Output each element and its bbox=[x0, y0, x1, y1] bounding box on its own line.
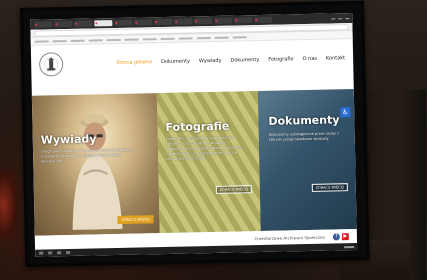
panel-title: Wywiady bbox=[40, 132, 97, 147]
monitor: Strona główna Dokumenty Wywiady Dokument… bbox=[20, 0, 370, 267]
window-controls[interactable] bbox=[331, 17, 352, 19]
taskbar-app-icon[interactable] bbox=[57, 251, 62, 255]
screen: Strona główna Dokumenty Wywiady Dokument… bbox=[30, 13, 358, 257]
panel-wywiady[interactable]: Wywiady Oryginalne nagrania z wywiadów p… bbox=[31, 93, 160, 236]
clock bbox=[344, 245, 355, 248]
tower-icon bbox=[47, 57, 56, 71]
browser-tab[interactable] bbox=[214, 17, 233, 24]
browser-tab[interactable] bbox=[154, 18, 173, 26]
nav-item-dokumenty-2[interactable]: Dokumenty bbox=[230, 57, 259, 64]
bookmark[interactable] bbox=[178, 36, 193, 40]
browser-tab[interactable] bbox=[234, 17, 253, 24]
bookmark[interactable] bbox=[142, 37, 157, 40]
logo[interactable] bbox=[38, 52, 64, 77]
browser-tab[interactable] bbox=[74, 20, 93, 27]
nav-item-dokumenty[interactable]: Dokumenty bbox=[161, 58, 190, 65]
taskbar-app-icon[interactable] bbox=[66, 251, 71, 255]
main-nav: Strona główna Dokumenty Wywiady Dokument… bbox=[116, 55, 345, 66]
nav-item-fotografie[interactable]: Fotografie bbox=[268, 56, 293, 63]
see-more-button[interactable]: ZOBACZ WIĘCEJ bbox=[117, 215, 154, 225]
youtube-icon[interactable]: ▶ bbox=[341, 232, 349, 240]
bookmark[interactable] bbox=[88, 38, 103, 42]
bookmark[interactable] bbox=[52, 39, 67, 42]
nav-item-kontakt[interactable]: Kontakt bbox=[326, 55, 345, 61]
nav-item-home[interactable]: Strona główna bbox=[116, 59, 152, 66]
panel-description: Oryginalne nagrania z wywiadów przeprowa… bbox=[40, 147, 134, 164]
panel-description: Dokumenty udostępnione przez osoby z któ… bbox=[268, 131, 339, 142]
nav-item-wywiady[interactable]: Wywiady bbox=[199, 58, 222, 64]
nav-item-o-nas[interactable]: O nas bbox=[303, 56, 317, 62]
browser-tab[interactable] bbox=[54, 20, 73, 28]
browser-tab[interactable] bbox=[134, 19, 153, 26]
see-more-button[interactable]: ZOBACZ WIĘCEJ bbox=[215, 185, 252, 194]
bookmark[interactable] bbox=[160, 37, 175, 40]
bookmark[interactable] bbox=[106, 38, 121, 41]
bookmark[interactable] bbox=[214, 36, 229, 39]
see-more-button[interactable]: ZOBACZ WIĘCEJ bbox=[311, 183, 348, 192]
site-header: Strona główna Dokumenty Wywiady Dokument… bbox=[31, 39, 354, 84]
bookmark[interactable] bbox=[70, 39, 85, 42]
browser-tab[interactable] bbox=[254, 16, 273, 24]
browser-tab[interactable] bbox=[114, 19, 133, 27]
panel-fotografie[interactable]: Fotografie Fotografie udostępnione przez… bbox=[156, 91, 261, 234]
browser-tab[interactable] bbox=[174, 18, 193, 25]
hero-panels: Wywiady Oryginalne nagrania z wywiadów p… bbox=[31, 89, 357, 236]
taskbar-app-icon[interactable] bbox=[48, 251, 53, 255]
browser-tab-active[interactable] bbox=[94, 20, 113, 27]
footer-text: Cmentarzowe Archiwum Społeczne bbox=[254, 234, 325, 241]
facebook-icon[interactable]: f bbox=[332, 232, 340, 240]
accessibility-icon[interactable]: ♿ bbox=[340, 107, 351, 118]
start-icon[interactable] bbox=[39, 251, 44, 255]
bookmark[interactable] bbox=[232, 35, 247, 39]
panel-title: Fotografie bbox=[165, 119, 230, 134]
red-lamp bbox=[0, 170, 18, 240]
panel-title: Dokumenty bbox=[268, 113, 340, 128]
bookmark[interactable] bbox=[124, 38, 139, 41]
browser-tab[interactable] bbox=[194, 17, 213, 25]
panel-dokumenty[interactable]: ♿ Dokumenty Dokumenty udostępnione przez… bbox=[257, 89, 357, 232]
bookmark[interactable] bbox=[196, 36, 211, 39]
panel-description: Fotografie udostępnione przez osoby z kt… bbox=[165, 135, 243, 161]
interviewee-photo bbox=[72, 114, 123, 230]
browser-tab[interactable] bbox=[34, 21, 53, 28]
bookmark[interactable] bbox=[34, 39, 49, 43]
